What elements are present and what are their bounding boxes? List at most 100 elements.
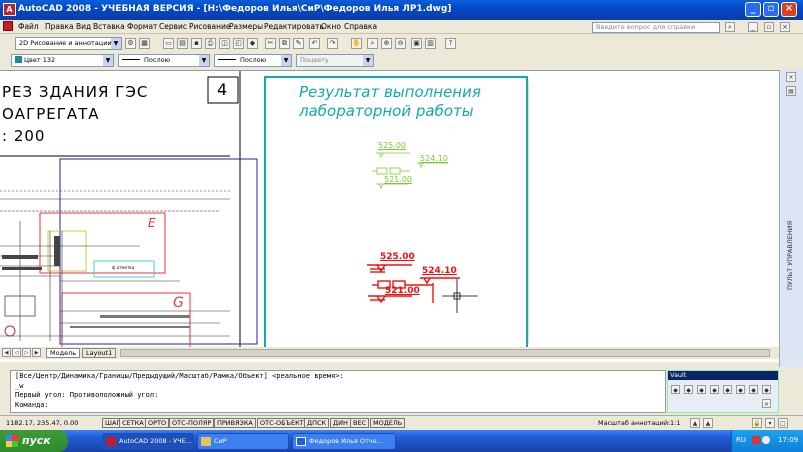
lwt-toggle[interactable]: ВЕС <box>350 418 370 428</box>
menu-edit[interactable]: Правка <box>45 22 74 31</box>
menu-window[interactable]: Окно <box>321 22 341 31</box>
vault-panel-title: Vault <box>668 371 778 380</box>
color-select[interactable]: Цвет 132 ▼ <box>11 54 114 67</box>
plotstyle-select[interactable]: Поцвету ▼ <box>296 54 374 67</box>
command-line[interactable]: [Все/Центр/Динамика/Границы/Предыдущий/М… <box>10 370 666 413</box>
menu-draw[interactable]: Рисование <box>189 22 231 31</box>
lock-icon[interactable]: 🔒 <box>752 418 762 428</box>
ortho-toggle[interactable]: ОРТО <box>145 418 170 428</box>
workspace-toolbar-icon[interactable]: ▦ <box>139 38 150 49</box>
drawing-canvas[interactable]: РЕЗ ЗДАНИЯ ГЭС ОАГРЕГАТА : 200 4 Е G ф о… <box>0 70 779 362</box>
document-icon[interactable] <box>3 21 13 31</box>
auto-scale-icon[interactable]: ▲ <box>703 418 713 428</box>
help-search-input[interactable]: Введите вопрос для справки <box>592 22 720 33</box>
menu-format[interactable]: Формат <box>127 22 157 31</box>
left-title-line-2: ОАГРЕГАТА <box>2 105 100 123</box>
vault-options-icon[interactable]: ◆ <box>762 385 771 394</box>
plot-icon[interactable]: ⎙ <box>205 38 216 49</box>
lineweight-select[interactable]: Послою ▼ <box>214 54 292 67</box>
menu-file[interactable]: Файл <box>18 22 39 31</box>
taskbar-item-autocad[interactable]: AutoCAD 2008 - УЧЕ... <box>102 433 194 450</box>
maximize-button[interactable]: ▫ <box>763 2 779 17</box>
grid-toggle[interactable]: СЕТКА <box>119 418 147 428</box>
vault-get-icon[interactable]: ◆ <box>684 385 693 394</box>
open-file-icon[interactable]: ▤ <box>177 38 188 49</box>
doc-minimize-icon[interactable]: _ <box>748 22 758 32</box>
vault-side-panel[interactable]: × ▤ ПУЛЬТ УПРАВЛЕНИЯ <box>779 70 803 367</box>
help-icon[interactable]: ? <box>445 38 456 49</box>
clean-screen-icon[interactable]: □ <box>778 418 788 428</box>
doc-restore-icon[interactable]: ▫ <box>764 22 774 32</box>
osnap-toggle[interactable]: ПРИВЯЗКА <box>214 418 256 428</box>
tab-model[interactable]: Модель <box>46 348 81 358</box>
status-bar: 1182.17, 235.47, 0.00 ШАГ СЕТКА ОРТО ОТС… <box>0 415 803 429</box>
command-prompt[interactable]: Команда: <box>15 401 661 411</box>
calculator-icon[interactable]: ▥ <box>425 38 436 49</box>
vault-close-icon[interactable]: × <box>762 399 771 408</box>
properties-toolbar: Цвет 132 ▼ Послою ▼ Послою ▼ Поцвету ▼ <box>0 52 803 69</box>
antivirus-icon[interactable] <box>752 436 760 444</box>
vault-attach-icon[interactable]: ◆ <box>736 385 745 394</box>
vault-login-icon[interactable]: ◆ <box>671 385 680 394</box>
autocad-logo-icon[interactable]: A <box>3 3 16 16</box>
close-button[interactable]: × <box>781 2 797 17</box>
ducs-toggle[interactable]: ДПСК <box>304 418 330 428</box>
standard-toolbar: 2D Рисование и аннотации ▼ ⚙ ▦ ▭ ▤ ▪ ⎙ ◫ … <box>0 35 803 52</box>
zoom-previous-icon[interactable]: ⊖ <box>395 38 406 49</box>
redo-icon[interactable]: ↷ <box>327 38 338 49</box>
properties-icon[interactable]: ▣ <box>411 38 422 49</box>
windows-taskbar: пуск AutoCAD 2008 - УЧЕ... СиР Федоров И… <box>0 430 803 452</box>
pan-icon[interactable]: ✋ <box>351 38 362 49</box>
model-toggle[interactable]: МОДЕЛЬ <box>370 418 406 428</box>
menu-tools[interactable]: Сервис <box>159 22 187 31</box>
taskbar-item-folder[interactable]: СиР <box>197 433 289 450</box>
cut-icon[interactable]: ✂ <box>265 38 276 49</box>
system-tray: RU 17:09 <box>731 430 803 452</box>
workspace-select[interactable]: 2D Рисование и аннотации ▼ <box>15 37 122 50</box>
match-properties-icon[interactable]: ✎ <box>293 38 304 49</box>
doc-close-icon[interactable]: × <box>780 22 790 32</box>
zoom-realtime-icon[interactable]: ⌕ <box>367 38 378 49</box>
vault-undo-icon[interactable]: ◆ <box>723 385 732 394</box>
vault-checkin-icon[interactable]: ◆ <box>697 385 706 394</box>
linetype-select[interactable]: Послою ▼ <box>118 54 210 67</box>
coordinates-readout[interactable]: 1182.17, 235.47, 0.00 <box>6 419 78 427</box>
plot-preview-icon[interactable]: ◫ <box>219 38 230 49</box>
workspace-settings-icon[interactable]: ⚙ <box>125 38 136 49</box>
save-icon[interactable]: ▪ <box>191 38 202 49</box>
new-file-icon[interactable]: ▭ <box>163 38 174 49</box>
network-icon[interactable] <box>762 436 770 444</box>
tab-layout1[interactable]: Layout1 <box>82 348 117 358</box>
dyn-toggle[interactable]: ДИН <box>330 418 351 428</box>
tab-prev-icon[interactable]: ◁ <box>12 348 21 357</box>
copy-icon[interactable]: ⧉ <box>279 38 290 49</box>
menu-insert[interactable]: Вставка <box>93 22 125 31</box>
publish-icon[interactable]: ◰ <box>233 38 244 49</box>
horizontal-scrollbar[interactable] <box>120 349 770 357</box>
taskbar-item-word[interactable]: Федоров Илья Отче... <box>292 433 396 450</box>
vault-checkout-icon[interactable]: ◆ <box>710 385 719 394</box>
annotation-visibility-icon[interactable]: ▲ <box>690 418 700 428</box>
tab-first-icon[interactable]: ◀ <box>2 348 11 357</box>
tab-last-icon[interactable]: ▶ <box>32 348 41 357</box>
panel-properties-icon[interactable]: ▤ <box>786 86 796 96</box>
minimize-button[interactable]: _ <box>745 2 761 17</box>
language-indicator[interactable]: RU <box>736 436 746 444</box>
undo-icon[interactable]: ↶ <box>309 38 320 49</box>
annotation-scale-select[interactable]: 1:1 <box>670 419 680 427</box>
tray-settings-icon[interactable]: ▾ <box>765 418 775 428</box>
menu-help[interactable]: Справка <box>344 22 377 31</box>
panel-close-icon[interactable]: × <box>786 72 796 82</box>
zoom-window-icon[interactable]: ⊕ <box>381 38 392 49</box>
menu-dimension[interactable]: Размеры <box>229 22 263 31</box>
otrack-toggle[interactable]: ОТС-ОБЪЕКТ <box>257 418 307 428</box>
menu-view[interactable]: Вид <box>76 22 91 31</box>
start-button[interactable]: пуск <box>0 430 68 452</box>
polar-toggle[interactable]: ОТС-ПОЛЯР <box>169 418 215 428</box>
vault-refresh-icon[interactable]: ◆ <box>749 385 758 394</box>
tab-next-icon[interactable]: ▷ <box>22 348 31 357</box>
help-search-icon[interactable]: ⌕ <box>725 22 735 32</box>
menu-modify[interactable]: Редактировать <box>264 22 324 31</box>
3d-dwf-icon[interactable]: ◆ <box>247 38 258 49</box>
sheet-number: 4 <box>217 80 228 99</box>
